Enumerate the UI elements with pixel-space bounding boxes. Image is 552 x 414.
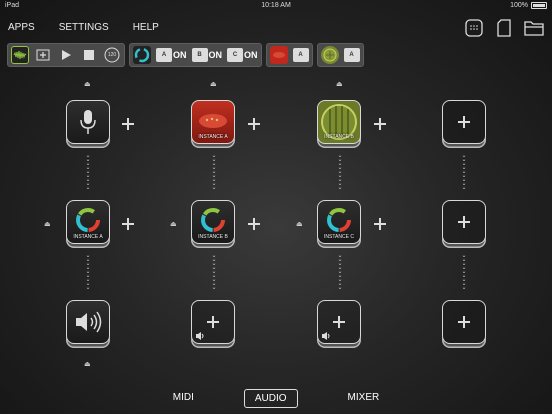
fx-a-icon: A	[156, 48, 172, 62]
chevron-down-icon: ⌄ ⌄ ⌄ ⌄ ⌄ ⌄ ⌄ ⌄ ⌄	[85, 253, 91, 291]
fx-c-icon: C	[227, 48, 243, 62]
instance-label: INSTANCE C	[324, 234, 354, 240]
bottom-tabs: MIDI AUDIO MIXER	[0, 389, 552, 408]
help-menu[interactable]: HELP	[133, 22, 159, 33]
apps-menu[interactable]: APPS	[8, 22, 35, 33]
add-icon	[458, 116, 470, 128]
settings-menu[interactable]: SETTINGS	[59, 22, 109, 33]
instance-label: INSTANCE B	[324, 134, 354, 140]
fx-a-toggle[interactable]: A ON	[156, 48, 187, 62]
add-input-slot[interactable]	[442, 100, 486, 144]
instance-b-slot[interactable]: INSTANCE B	[191, 200, 235, 244]
eject-icon[interactable]: ⏏	[44, 220, 51, 228]
speaker-slot[interactable]	[66, 300, 110, 344]
instance-c-slot[interactable]: INSTANCE C	[317, 200, 361, 244]
instrument-b-group: A	[316, 43, 364, 67]
add-icon	[333, 316, 345, 328]
add-output-slot[interactable]	[442, 300, 486, 344]
chevron-down-icon: ⌄ ⌄ ⌄ ⌄ ⌄ ⌄ ⌄ ⌄ ⌄	[211, 253, 217, 291]
keyboard-icon[interactable]	[464, 18, 484, 38]
wood-door-icon[interactable]	[320, 46, 339, 64]
folder-icon[interactable]	[524, 18, 544, 38]
ocarina-icon[interactable]	[269, 46, 288, 64]
speaker-icon	[322, 332, 330, 340]
fx-c-toggle[interactable]: C ON	[227, 48, 258, 62]
ring-icon[interactable]	[133, 46, 151, 64]
add-icon[interactable]	[374, 218, 386, 230]
eject-icon[interactable]: ⏏	[210, 80, 217, 88]
eject-icon[interactable]: ⏏	[296, 220, 303, 228]
speaker-icon	[196, 332, 204, 340]
chevron-down-icon: ⌄ ⌄ ⌄ ⌄ ⌄ ⌄ ⌄ ⌄ ⌄	[461, 253, 467, 291]
battery-percent: 100%	[510, 2, 528, 9]
instance-a-top-slot[interactable]: INSTANCE A	[191, 100, 235, 144]
chevron-down-icon: ⌄ ⌄ ⌄ ⌄ ⌄ ⌄ ⌄ ⌄ ⌄	[461, 153, 467, 191]
waveform-icon[interactable]	[11, 46, 29, 64]
fx-b-icon: B	[191, 48, 208, 62]
fx-group: A ON B ON C ON	[129, 43, 262, 67]
eject-icon[interactable]: ⏏	[170, 220, 177, 228]
add-icon[interactable]	[122, 218, 134, 230]
tab-mixer[interactable]: MIXER	[338, 389, 390, 408]
tab-audio[interactable]: AUDIO	[243, 389, 298, 408]
ocarina-icon	[199, 114, 227, 128]
battery-icon	[531, 2, 547, 9]
tempo-value: 120	[107, 52, 117, 58]
ring-icon	[327, 208, 351, 232]
instrument-b-fx-icon[interactable]: A	[343, 48, 360, 62]
clock: 10:18 AM	[261, 2, 291, 9]
eject-icon[interactable]: ⏏	[84, 80, 91, 88]
fx-b-toggle[interactable]: B ON	[191, 48, 223, 62]
ring-icon	[201, 208, 225, 232]
transport-group: 120	[7, 43, 125, 67]
microphone-icon	[80, 110, 96, 134]
fx-a-state: ON	[173, 50, 187, 60]
tempo-button[interactable]: 120	[103, 46, 121, 64]
top-menu: APPS SETTINGS HELP	[8, 22, 183, 33]
add-instance-slot[interactable]	[442, 200, 486, 244]
add-icon	[458, 216, 470, 228]
add-output-slot[interactable]	[317, 300, 361, 344]
instance-a-slot[interactable]: INSTANCE A	[66, 200, 110, 244]
ring-icon	[76, 208, 100, 232]
tab-midi[interactable]: MIDI	[163, 389, 204, 408]
instance-label: INSTANCE A	[73, 234, 103, 240]
toolbar: 120 A ON B ON C ON A A	[7, 43, 364, 67]
instrument-a-fx-icon[interactable]: A	[292, 48, 309, 62]
chevron-down-icon: ⌄ ⌄ ⌄ ⌄ ⌄ ⌄ ⌄ ⌄ ⌄	[211, 153, 217, 191]
fx-c-state: ON	[244, 50, 258, 60]
add-file-icon[interactable]	[34, 46, 52, 64]
status-bar: iPad 10:18 AM 100%	[0, 0, 552, 12]
chevron-down-icon: ⌄ ⌄ ⌄ ⌄ ⌄ ⌄ ⌄ ⌄ ⌄	[85, 153, 91, 191]
add-icon[interactable]	[374, 118, 386, 130]
fx-b-state: ON	[208, 50, 223, 60]
instrument-a-group: A	[265, 43, 313, 67]
new-document-icon[interactable]	[494, 18, 514, 38]
speaker-icon	[76, 311, 102, 333]
mic-slot[interactable]	[66, 100, 110, 144]
chevron-down-icon: ⌄ ⌄ ⌄ ⌄ ⌄ ⌄ ⌄ ⌄ ⌄	[337, 153, 343, 191]
play-icon[interactable]	[57, 46, 75, 64]
eject-icon[interactable]: ⏏	[84, 360, 91, 368]
instance-label: INSTANCE A	[198, 134, 228, 140]
instance-b-top-slot[interactable]: INSTANCE B	[317, 100, 361, 144]
eject-icon[interactable]: ⏏	[336, 80, 343, 88]
add-icon	[458, 316, 470, 328]
add-output-slot[interactable]	[191, 300, 235, 344]
add-icon[interactable]	[122, 118, 134, 130]
add-icon[interactable]	[248, 218, 260, 230]
add-icon	[207, 316, 219, 328]
stop-icon[interactable]	[80, 46, 98, 64]
add-icon[interactable]	[248, 118, 260, 130]
instance-label: INSTANCE B	[198, 234, 228, 240]
chevron-down-icon: ⌄ ⌄ ⌄ ⌄ ⌄ ⌄ ⌄ ⌄ ⌄	[337, 253, 343, 291]
